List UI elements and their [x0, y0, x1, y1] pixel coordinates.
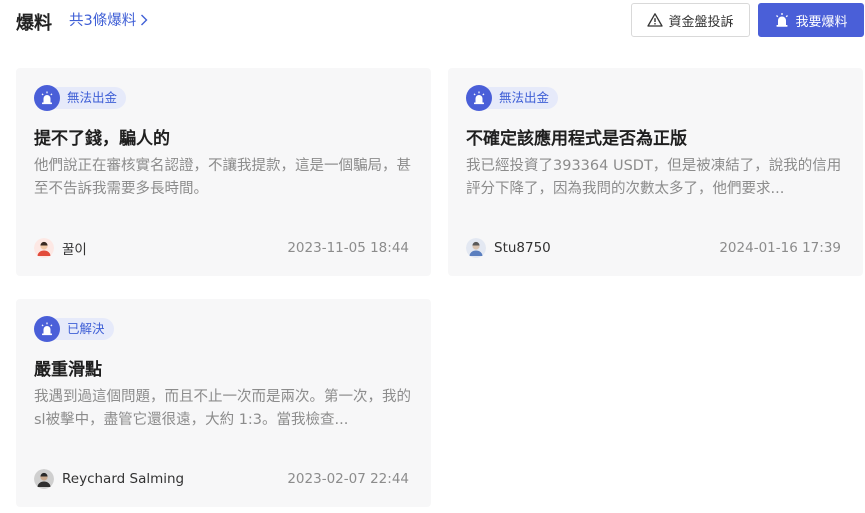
chevron-right-icon [141, 14, 148, 25]
post-date: 2023-02-07 22:44 [287, 471, 409, 487]
post-date: 2023-11-05 18:44 [287, 240, 409, 256]
status-tag: 無法出金 [34, 85, 127, 111]
avatar-red-icon [34, 238, 54, 258]
card-description: 我遇到過這個問題，而且不止一次而是兩次。第一次，我的sl被擊中，盡管它還很遠，大… [34, 389, 411, 428]
author: 꿀이 [34, 238, 87, 258]
author: Stu8750 [466, 238, 551, 258]
avatar-blue-icon [466, 238, 486, 258]
alarm-icon [466, 85, 492, 111]
alarm-icon [34, 316, 60, 342]
report-button-label: 我要爆料 [795, 14, 848, 30]
author-name: Reychard Salming [62, 471, 185, 487]
card-title: 不確定該應用程式是否為正版 [466, 129, 687, 149]
fund-plate-complaint-button[interactable]: 資金盤投訴 [631, 3, 750, 37]
card-description: 他們說正在審核實名認證，不讓我提款，這是一個騙局，甚至不告訴我需要多長時間。 [34, 158, 411, 197]
submit-report-button[interactable]: 我要爆料 [758, 3, 864, 37]
author-name: 꿀이 [62, 242, 87, 258]
status-tag-label: 無法出金 [52, 87, 127, 109]
status-tag-label: 已解決 [52, 318, 114, 340]
report-card[interactable]: 已解決 嚴重滑點 我遇到過這個問題，而且不止一次而是兩次。第一次，我的sl被擊中… [16, 299, 431, 507]
page-header: 爆料 共3條爆料 資金盤投訴 我要爆料 [0, 0, 865, 40]
card-title: 嚴重滑點 [34, 360, 102, 380]
report-count-link[interactable]: 共3條爆料 [69, 9, 148, 30]
complaint-button-label: 資金盤投訴 [668, 14, 734, 30]
status-tag: 無法出金 [466, 85, 559, 111]
avatar-dark-icon [34, 469, 54, 489]
report-count-label: 共3條爆料 [69, 13, 137, 29]
card-description: 我已經投資了393364 USDT，但是被凍結了，說我的信用評分下降了，因為我問… [466, 158, 842, 197]
author: Reychard Salming [34, 469, 184, 489]
report-card[interactable]: 無法出金 不確定該應用程式是否為正版 我已經投資了393364 USDT，但是被… [448, 68, 863, 276]
author-name: Stu8750 [494, 240, 551, 256]
page-title: 爆料 [16, 13, 52, 34]
card-title: 提不了錢，騙人的 [34, 129, 170, 149]
status-tag: 已解決 [34, 316, 114, 342]
post-date: 2024-01-16 17:39 [719, 240, 841, 256]
warning-icon [647, 13, 664, 27]
report-card[interactable]: 無法出金 提不了錢，騙人的 他們說正在審核實名認證，不讓我提款，這是一個騙局，甚… [16, 68, 431, 276]
alarm-icon [776, 13, 789, 27]
alarm-icon [34, 85, 60, 111]
status-tag-label: 無法出金 [484, 87, 559, 109]
